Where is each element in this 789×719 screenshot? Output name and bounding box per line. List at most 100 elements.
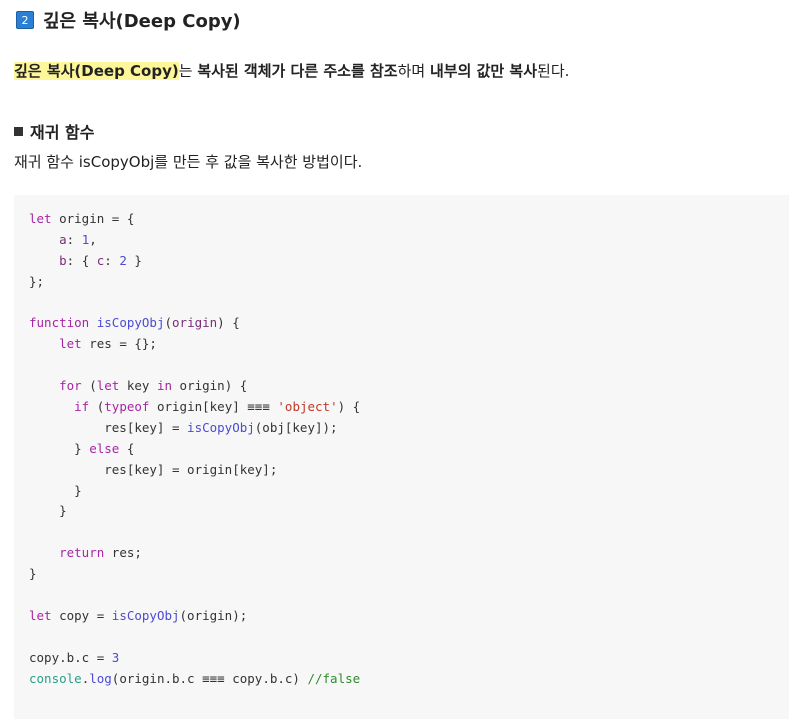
code-token: origin[key] — [149, 399, 248, 415]
code-token: log — [89, 670, 112, 686]
code-line: let origin = { — [29, 209, 789, 230]
code-token: res[key] = origin[key]; — [29, 461, 278, 477]
section-heading: 2 깊은 복사(Deep Copy) — [16, 6, 241, 34]
code-token: ( — [164, 315, 173, 331]
code-token: console — [29, 670, 82, 686]
code-token: } — [29, 482, 82, 498]
code-token: (obj[key]); — [254, 419, 338, 435]
code-token: } — [29, 503, 67, 519]
code-line: }; — [29, 272, 789, 293]
code-token: isCopyObj — [111, 607, 180, 623]
code-block[interactable]: let origin = { a: 1, b: { c: 2 }}; funct… — [14, 195, 789, 719]
code-token: else — [89, 440, 120, 456]
code-line: } — [29, 564, 789, 585]
code-token: res; — [104, 545, 142, 561]
code-token: (origin.b.c — [111, 670, 203, 686]
code-token: 3 — [111, 649, 120, 665]
code-token: return — [59, 545, 105, 561]
code-line: copy.b.c = 3 — [29, 648, 789, 669]
code-token: : — [104, 252, 120, 268]
code-token: if — [74, 399, 90, 415]
code-token: } — [29, 566, 37, 582]
code-token: function — [29, 315, 90, 331]
code-token: typeof — [104, 399, 150, 415]
code-token: for — [59, 378, 82, 394]
intro-particle: 는 — [178, 62, 198, 80]
code-line: let res = {}; — [29, 334, 789, 355]
code-token: { — [119, 440, 135, 456]
code-line: for (let key in origin) { — [29, 376, 789, 397]
code-token: //false — [307, 670, 361, 686]
code-line: } else { — [29, 439, 789, 460]
code-token: isCopyObj — [187, 419, 255, 435]
intro-text-2: 된다. — [537, 62, 570, 80]
code-token: ( — [89, 399, 105, 415]
code-token: } — [126, 252, 142, 268]
intro-bold-phrase-2: 내부의 값만 복사 — [429, 62, 538, 80]
number-badge-icon: 2 — [16, 11, 34, 29]
code-token: ≡≡≡ — [247, 399, 270, 415]
code-token: key — [119, 378, 157, 394]
code-line: if (typeof origin[key] ≡≡≡ 'object') { — [29, 397, 789, 418]
intro-bold-phrase-1: 복사된 객체가 다른 주소를 참조 — [197, 62, 398, 80]
code-line: return res; — [29, 543, 789, 564]
code-content[interactable]: let origin = { a: 1, b: { c: 2 }}; funct… — [29, 209, 789, 689]
code-line: function isCopyObj(origin) { — [29, 313, 789, 334]
code-token: origin — [172, 315, 218, 331]
code-token: a — [59, 231, 67, 247]
code-token: origin = { — [51, 211, 135, 226]
code-token: ) { — [337, 399, 361, 415]
code-token: : — [66, 231, 82, 247]
highlighted-term: 깊은 복사(Deep Copy) — [14, 62, 179, 80]
code-token: let — [59, 336, 82, 352]
subsection-heading: 재귀 함수 — [14, 118, 94, 144]
intro-text-1: 하며 — [397, 62, 430, 80]
code-token: origin) { — [172, 378, 248, 394]
code-line: b: { c: 2 } — [29, 251, 789, 272]
code-token: copy.b.c) — [224, 670, 308, 686]
code-token: , — [89, 231, 97, 247]
square-bullet-icon — [14, 126, 23, 136]
code-line: let copy = isCopyObj(origin); — [29, 606, 789, 627]
code-token: } — [29, 440, 90, 456]
code-token: ) { — [217, 315, 240, 331]
code-token: (origin); — [179, 607, 248, 623]
code-token: }; — [29, 273, 45, 289]
code-line: a: 1, — [29, 230, 789, 251]
code-line: res[key] = origin[key]; — [29, 460, 789, 481]
code-token: ( — [81, 378, 97, 394]
section-title: 깊은 복사(Deep Copy) — [43, 11, 241, 32]
code-token: ≡≡≡ — [202, 670, 225, 686]
code-token: let — [29, 211, 52, 226]
code-token: 'object' — [277, 399, 338, 415]
code-token: in — [156, 378, 173, 394]
code-token: res = {}; — [81, 336, 157, 352]
code-line: } — [29, 481, 789, 502]
code-token: copy = — [51, 607, 112, 623]
code-token: let — [29, 607, 52, 623]
code-token: 2 — [119, 252, 127, 268]
code-token: isCopyObj — [96, 315, 165, 331]
code-token: res[key] = — [29, 419, 188, 435]
code-line: res[key] = isCopyObj(obj[key]); — [29, 418, 789, 439]
code-line: } — [29, 501, 789, 522]
code-token: let — [96, 378, 120, 394]
code-line: console.log(origin.b.c ≡≡≡ copy.b.c) //f… — [29, 669, 789, 690]
code-token: : { — [66, 252, 97, 268]
code-token: copy.b.c = — [29, 649, 112, 665]
intro-paragraph: 깊은 복사(Deep Copy)는 복사된 객체가 다른 주소를 참조하며 내부… — [14, 58, 569, 84]
subsection-description: 재귀 함수 isCopyObj를 만든 후 값을 복사한 방법이다. — [14, 153, 363, 171]
code-token: b — [59, 252, 67, 268]
